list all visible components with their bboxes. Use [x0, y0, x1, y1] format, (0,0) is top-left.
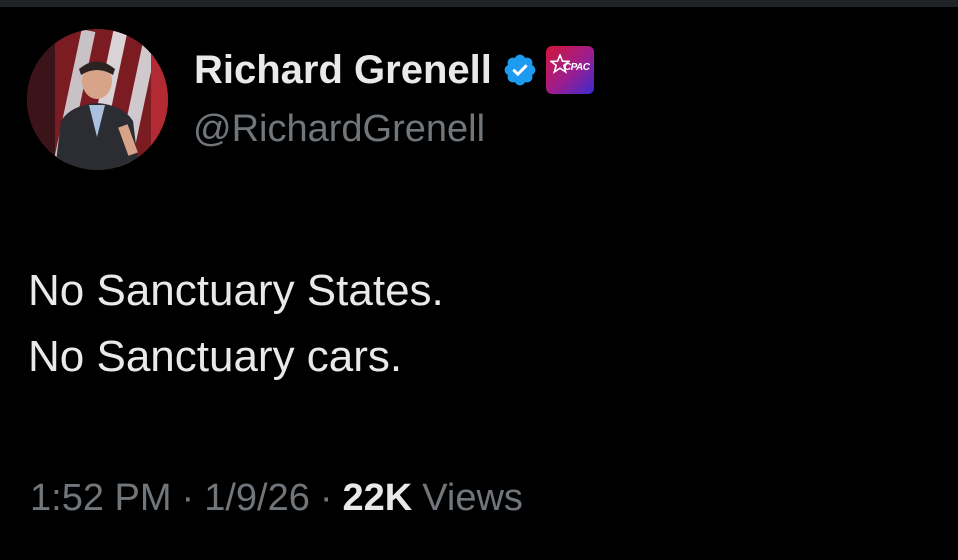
views-label[interactable]: Views — [422, 477, 523, 520]
tweet-date[interactable]: 1/9/26 — [204, 477, 310, 520]
tweet-text-line: No Sanctuary States. — [28, 266, 444, 315]
verified-badge-icon[interactable] — [502, 52, 538, 88]
avatar[interactable] — [27, 29, 168, 170]
affiliate-label: CPAC — [563, 62, 590, 73]
meta-separator: · — [319, 477, 333, 519]
top-divider-bar — [0, 0, 958, 7]
display-name[interactable]: Richard Grenell — [194, 48, 492, 93]
tweet-text-line: No Sanctuary cars. — [28, 332, 403, 381]
cpac-affiliate-badge-icon[interactable]: CPAC — [545, 46, 594, 94]
meta-separator: · — [181, 477, 195, 519]
author-name-row[interactable]: Richard Grenell CPAC — [194, 44, 594, 96]
avatar-photo-icon — [27, 29, 168, 170]
tweet-meta-row: 1:52 PM · 1/9/26 · 22K Views — [30, 477, 523, 520]
tweet-text: No Sanctuary States. No Sanctuary cars. — [28, 258, 444, 390]
tweet-time[interactable]: 1:52 PM — [30, 477, 172, 520]
author-handle[interactable]: @RichardGrenell — [193, 108, 485, 151]
views-count[interactable]: 22K — [343, 477, 413, 520]
